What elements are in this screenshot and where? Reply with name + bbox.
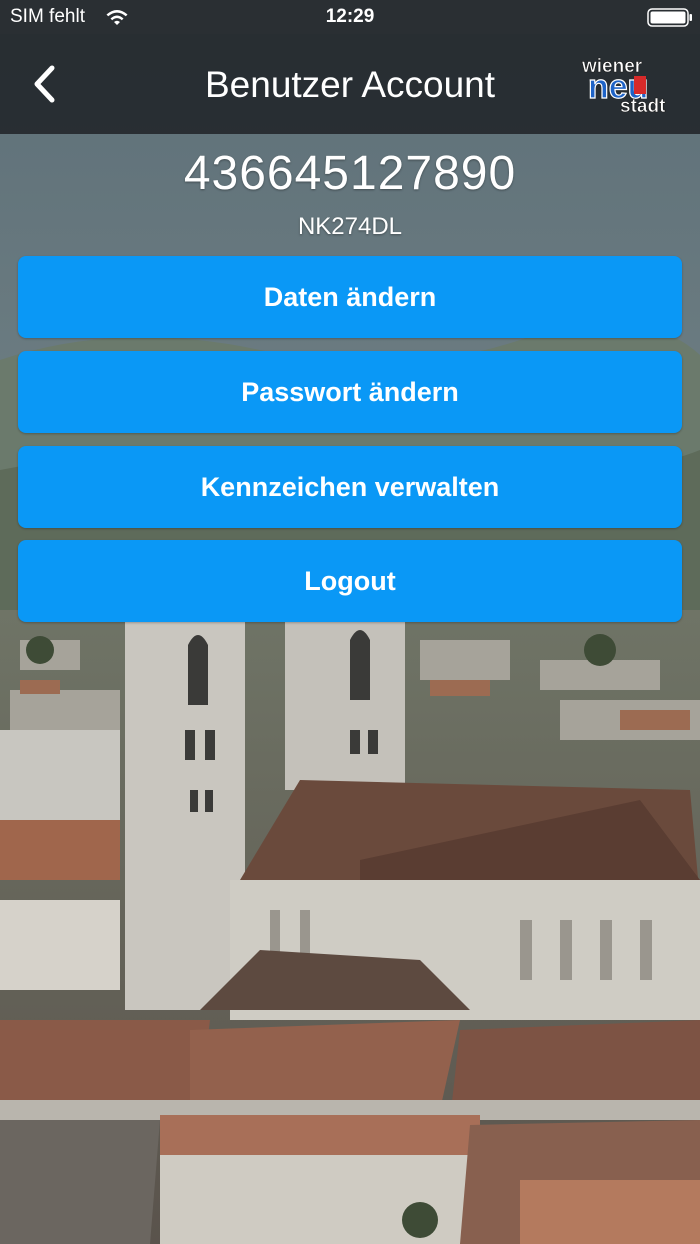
manage-plates-button[interactable]: Kennzeichen verwalten [18, 446, 682, 528]
wiener-neustadt-logo: wiener neu stadt [581, 56, 667, 116]
license-plate: NK274DL [297, 213, 403, 240]
navigation-bar: Benutzer Account wiener neu stadt [0, 34, 700, 134]
logout-button[interactable]: Logout [18, 540, 682, 622]
screen: SIM fehlt 12:29 Benutzer Account wiener … [0, 0, 700, 1244]
status-bar: SIM fehlt 12:29 [0, 0, 700, 34]
change-password-button[interactable]: Passwort ändern [18, 351, 682, 433]
edit-data-button[interactable]: Daten ändern [18, 256, 682, 338]
battery-icon [647, 8, 692, 27]
clock: 12:29 [325, 6, 375, 27]
svg-text:stadt: stadt [620, 96, 666, 116]
account-number: 436645127890 [183, 147, 517, 200]
